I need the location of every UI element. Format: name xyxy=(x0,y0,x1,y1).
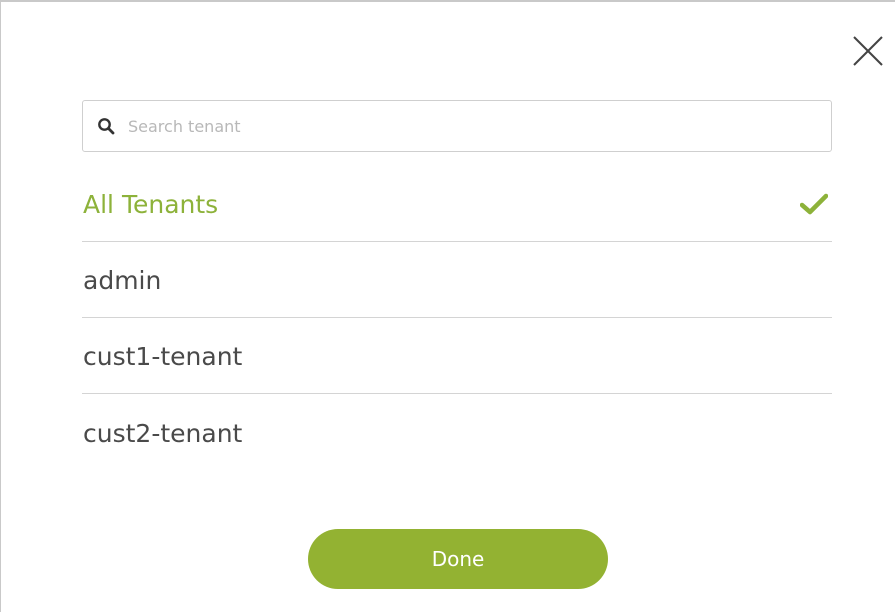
tenant-item-admin[interactable]: admin xyxy=(82,242,832,318)
tenant-item-cust1-tenant[interactable]: cust1-tenant xyxy=(82,318,832,394)
tenant-item-all-tenants[interactable]: All Tenants xyxy=(82,166,832,242)
tenant-label: All Tenants xyxy=(83,190,219,219)
search-box[interactable] xyxy=(82,100,832,152)
tenant-label: admin xyxy=(83,266,162,295)
done-button[interactable]: Done xyxy=(308,529,608,589)
search-input[interactable] xyxy=(128,106,831,146)
close-button[interactable] xyxy=(849,32,887,70)
search-icon xyxy=(96,116,116,136)
tenant-selector-dialog: All Tenants admin cust1-tenant cust2-ten… xyxy=(0,0,895,612)
close-icon xyxy=(853,36,883,66)
tenant-label: cust1-tenant xyxy=(83,342,243,371)
tenant-item-cust2-tenant[interactable]: cust2-tenant xyxy=(82,394,832,470)
tenant-label: cust2-tenant xyxy=(83,418,243,448)
tenant-list: All Tenants admin cust1-tenant cust2-ten… xyxy=(82,166,832,470)
check-icon xyxy=(800,193,828,214)
